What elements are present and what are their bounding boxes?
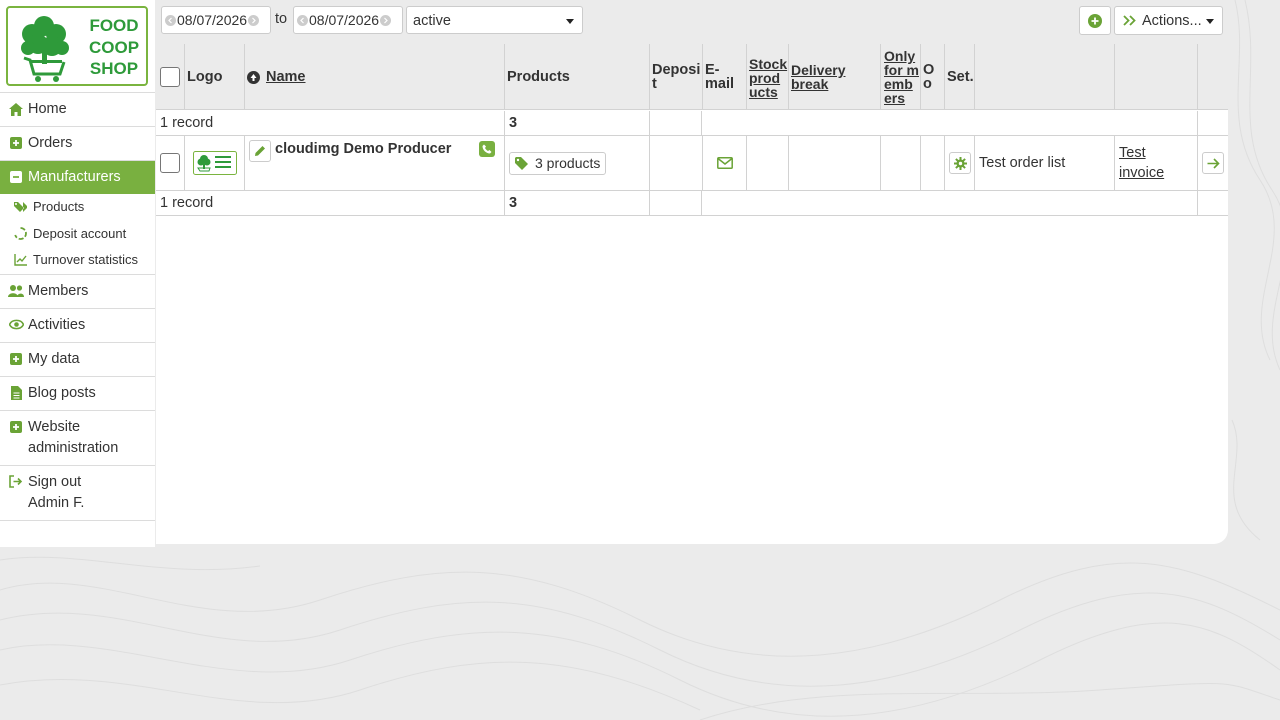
manufacturer-logo-icon bbox=[192, 151, 237, 175]
chevron-down-icon bbox=[566, 19, 574, 24]
table-header: Logo Name Products Deposit E-mail Stock … bbox=[156, 44, 1228, 110]
nav-subitem-deposit-account[interactable]: Deposit account bbox=[0, 221, 155, 248]
line-chart-icon bbox=[14, 253, 28, 267]
header-stock-products[interactable]: Stock products bbox=[747, 44, 789, 110]
header-invoice bbox=[1115, 44, 1198, 110]
recycle-icon bbox=[14, 227, 28, 241]
tags-icon bbox=[14, 200, 28, 214]
header-products: Products bbox=[505, 44, 650, 110]
plus-square-icon bbox=[8, 135, 24, 151]
next-day-icon[interactable] bbox=[380, 14, 392, 26]
phone-icon bbox=[482, 144, 492, 154]
manufacturer-name: cloudimg Demo Producer bbox=[275, 141, 452, 157]
double-chevron-right-icon bbox=[1123, 15, 1136, 26]
nav-item-activities[interactable]: Activities bbox=[0, 307, 155, 342]
users-icon bbox=[8, 283, 24, 299]
actions-dropdown-button[interactable]: Actions... bbox=[1114, 6, 1223, 35]
next-day-icon[interactable] bbox=[248, 14, 260, 26]
minus-square-icon bbox=[8, 169, 24, 185]
file-icon bbox=[8, 385, 24, 401]
manufacturer-logo bbox=[185, 136, 245, 190]
summary-record-count: 1 record bbox=[156, 191, 505, 215]
eye-icon bbox=[8, 317, 24, 333]
arrow-right-icon bbox=[1207, 157, 1220, 169]
test-invoice-link[interactable]: Test invoice bbox=[1119, 143, 1175, 183]
pencil-icon bbox=[255, 146, 265, 156]
tag-icon bbox=[515, 156, 528, 170]
sort-up-icon bbox=[247, 70, 260, 84]
summary-products-count: 3 bbox=[505, 191, 650, 215]
summary-record-count: 1 record bbox=[156, 111, 505, 135]
plus-square-icon bbox=[8, 419, 24, 435]
header-o: O o bbox=[921, 44, 945, 110]
header-delivery-break[interactable]: Delivery break bbox=[789, 44, 881, 110]
nav-item-orders[interactable]: Orders bbox=[0, 126, 155, 160]
header-email: E-mail bbox=[703, 44, 747, 110]
gear-icon bbox=[953, 156, 967, 170]
prev-day-icon[interactable] bbox=[165, 14, 176, 26]
nav-item-sign-out[interactable]: Sign out Admin F. bbox=[0, 464, 155, 521]
header-settings: Set. bbox=[945, 44, 975, 110]
header-deposit: Deposit bbox=[650, 44, 703, 110]
status-select[interactable]: active bbox=[406, 6, 583, 34]
phone-badge[interactable] bbox=[479, 141, 495, 157]
table-row[interactable]: cloudimg Demo Producer 3 products Test o… bbox=[156, 136, 1228, 191]
date-to-field[interactable]: 08/07/2026 bbox=[293, 6, 403, 34]
header-name[interactable]: Name bbox=[245, 44, 505, 110]
summary-products-count: 3 bbox=[505, 111, 650, 135]
date-from-field[interactable]: 08/07/2026 bbox=[161, 6, 271, 34]
plus-square-icon bbox=[8, 351, 24, 367]
nav-item-my-data[interactable]: My data bbox=[0, 341, 155, 376]
select-all-cell bbox=[156, 44, 185, 110]
row-select-checkbox[interactable] bbox=[160, 153, 180, 173]
nav-item-blog-posts[interactable]: Blog posts bbox=[0, 375, 155, 410]
sign-out-icon bbox=[8, 474, 24, 490]
open-manufacturer-button[interactable] bbox=[1202, 152, 1224, 174]
chevron-down-icon bbox=[1206, 19, 1214, 24]
food-coop-shop-logo[interactable]: FOOD COOP SHOP bbox=[6, 6, 148, 86]
products-button[interactable]: 3 products bbox=[509, 151, 607, 175]
select-all-checkbox[interactable] bbox=[160, 67, 180, 87]
header-only-for-members[interactable]: Only for members bbox=[881, 44, 921, 110]
filter-bar: 08/07/2026 to 08/07/2026 active Actions.… bbox=[156, 0, 1228, 44]
edit-manufacturer-button[interactable] bbox=[249, 140, 271, 162]
header-order-list bbox=[975, 44, 1115, 110]
nav-subitem-turnover-statistics[interactable]: Turnover statistics bbox=[0, 247, 155, 274]
tree-cart-logo-icon bbox=[21, 16, 69, 82]
nav-item-home[interactable]: Home bbox=[0, 92, 155, 126]
nav-item-manufacturers[interactable]: Manufacturers bbox=[0, 160, 155, 194]
plus-circle-icon bbox=[1088, 13, 1102, 28]
nav-subitem-products[interactable]: Products bbox=[0, 194, 155, 221]
header-extra bbox=[1198, 44, 1228, 110]
sidebar: FOOD COOP SHOP Home Orders Manufacturers bbox=[0, 0, 155, 547]
summary-row: 1 record 3 bbox=[156, 191, 1228, 216]
email-icon[interactable] bbox=[716, 157, 733, 169]
header-logo: Logo bbox=[185, 44, 245, 110]
summary-row: 1 record 3 bbox=[156, 111, 1228, 136]
main-nav: Home Orders Manufacturers Products Depos… bbox=[0, 92, 155, 521]
home-icon bbox=[8, 101, 24, 117]
test-order-list-text: Test order list bbox=[975, 136, 1115, 190]
logo-text: FOOD COOP SHOP bbox=[88, 16, 140, 78]
manufacturers-table: Logo Name Products Deposit E-mail Stock … bbox=[156, 44, 1228, 544]
nav-item-website-administration[interactable]: Website administration bbox=[0, 409, 155, 465]
add-manufacturer-button[interactable] bbox=[1079, 6, 1111, 35]
date-range-to-label: to bbox=[275, 11, 288, 27]
settings-button[interactable] bbox=[949, 152, 971, 174]
prev-day-icon[interactable] bbox=[297, 14, 308, 26]
nav-item-members[interactable]: Members bbox=[0, 273, 155, 308]
